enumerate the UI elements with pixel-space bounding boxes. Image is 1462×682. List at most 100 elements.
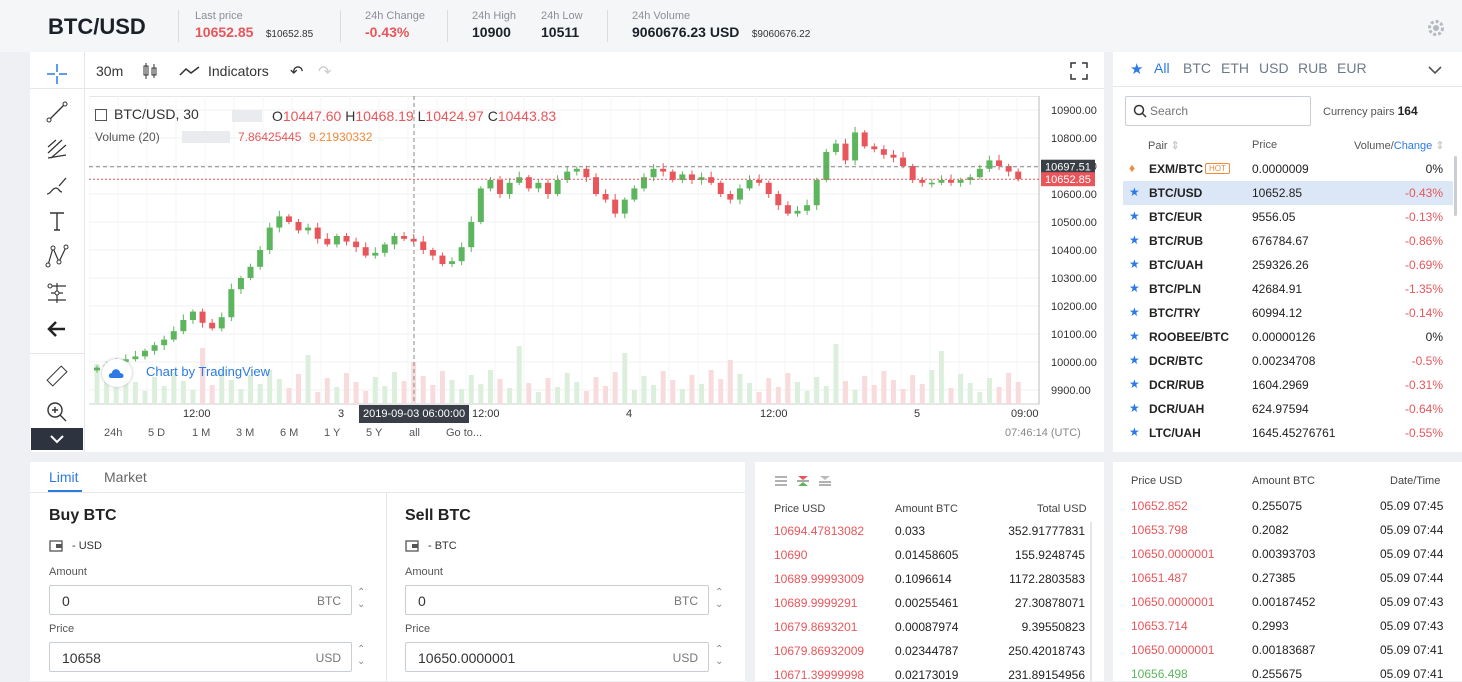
pair-title: BTC/USD [48, 14, 146, 39]
tradingview-link[interactable]: Chart by TradingView [146, 364, 270, 379]
chevron-down-icon[interactable] [31, 428, 83, 450]
indicators-button[interactable]: Indicators [208, 63, 269, 79]
timeframe-6m[interactable]: 6 M [280, 427, 298, 439]
indicators-icon[interactable] [178, 63, 202, 79]
sell-amount-stepper[interactable]: ⌃ ⌄ [715, 587, 723, 611]
trend-line-icon[interactable] [44, 100, 70, 124]
col-volume-change-header[interactable]: Volume/Change ⇕ [1354, 139, 1445, 152]
timeframe-5y[interactable]: 5 Y [366, 427, 382, 439]
tab-limit[interactable]: Limit [49, 469, 79, 485]
market-row[interactable]: ★ DCR/BTC 0.00234708 -0.5% [1123, 349, 1453, 373]
favorites-star-icon[interactable]: ★ [1130, 60, 1143, 78]
market-row[interactable]: ★ BTC/TRY 60994.12 -0.14% [1123, 301, 1453, 325]
prediction-icon[interactable] [44, 281, 70, 305]
market-row[interactable]: ★ LTC/UAH 1645.45276761 -0.55% [1123, 421, 1453, 445]
market-row[interactable]: ★ BTC/PLN 42684.91 -1.35% [1123, 277, 1453, 301]
star-icon[interactable]: ★ [1129, 281, 1140, 295]
candle-type-icon[interactable] [142, 62, 158, 80]
sell-amount-input[interactable]: 0 BTC [405, 585, 709, 615]
col-price-header[interactable]: Price [1252, 139, 1277, 151]
timeframe-3m[interactable]: 3 M [236, 427, 254, 439]
buy-price-stepper[interactable]: ⌃ ⌄ [357, 644, 365, 668]
candle-body [276, 216, 283, 228]
market-row[interactable]: ★ ROOBEE/BTC 0.00000126 0% [1123, 325, 1453, 349]
book-asks-icon[interactable] [818, 474, 832, 492]
fullscreen-icon[interactable] [1070, 62, 1088, 80]
tradingview-logo-icon[interactable] [102, 359, 132, 387]
timeframe-all[interactable]: all [409, 427, 420, 439]
market-tab-eth[interactable]: ETH [1221, 60, 1249, 76]
chevron-down-icon[interactable] [1428, 62, 1442, 80]
market-tab-btc[interactable]: BTC [1183, 60, 1211, 76]
buy-amount-input[interactable]: 0 BTC [49, 585, 352, 615]
col-pair-header[interactable]: Pair ⇕ [1148, 139, 1180, 152]
pattern-icon[interactable] [44, 244, 70, 268]
market-tab-rub[interactable]: RUB [1298, 60, 1328, 76]
redo-icon[interactable]: ↷ [318, 62, 331, 82]
interval-button[interactable]: 30m [96, 63, 123, 79]
buy-price-input[interactable]: 10658 USD [49, 642, 352, 672]
ruler-icon[interactable] [44, 364, 70, 388]
market-tab-usd[interactable]: USD [1259, 60, 1289, 76]
undo-icon[interactable]: ↶ [290, 62, 303, 82]
market-tab-all[interactable]: All [1154, 60, 1170, 76]
market-row[interactable]: ★ DCR/UAH 624.97594 -0.64% [1123, 397, 1453, 421]
brush-icon[interactable] [44, 174, 70, 198]
timeframe-24h[interactable]: 24h [104, 427, 122, 439]
volume-bar [785, 373, 791, 404]
back-arrow-icon[interactable] [44, 317, 70, 341]
market-row[interactable]: ★ BTC/USD 10652.85 -0.43% [1123, 181, 1453, 205]
fib-icon[interactable] [44, 137, 70, 161]
star-icon[interactable]: ★ [1129, 233, 1140, 247]
timeframe-1m[interactable]: 1 M [192, 427, 210, 439]
candle-body [305, 227, 312, 231]
sell-price-stepper[interactable]: ⌃ ⌄ [715, 644, 723, 668]
star-icon[interactable]: ★ [1129, 377, 1140, 391]
goto-date-button[interactable]: Go to... [446, 427, 482, 439]
book-price[interactable]: 10689.9999291 [774, 596, 857, 610]
volume-bar [555, 387, 561, 404]
star-icon[interactable]: ★ [1129, 353, 1140, 367]
buy-amount-stepper[interactable]: ⌃ ⌄ [357, 587, 365, 611]
crosshair-icon[interactable] [44, 62, 70, 86]
book-price[interactable]: 10671.39999998 [774, 668, 864, 682]
market-scrollbar[interactable] [1454, 156, 1457, 216]
gear-icon[interactable] [1426, 18, 1446, 38]
market-row[interactable]: ♦ EXM/BTC HOT 0.0000009 0% [1123, 157, 1453, 181]
market-row[interactable]: ★ BTC/RUB 676784.67 -0.86% [1123, 229, 1453, 253]
market-tab-eur[interactable]: EUR [1337, 60, 1367, 76]
tab-market[interactable]: Market [104, 469, 147, 485]
fire-icon[interactable]: ♦ [1129, 161, 1135, 175]
star-icon[interactable]: ★ [1129, 185, 1140, 199]
sell-price-input[interactable]: 10650.0000001 USD [405, 642, 709, 672]
book-price[interactable]: 10694.47813082 [774, 524, 864, 538]
star-icon[interactable]: ★ [1129, 329, 1140, 343]
book-scrollbar[interactable] [1090, 522, 1092, 681]
star-icon[interactable]: ★ [1129, 305, 1140, 319]
timeframe-5d[interactable]: 5 D [148, 427, 165, 439]
star-icon[interactable]: ★ [1129, 425, 1140, 439]
star-icon[interactable]: ★ [1129, 257, 1140, 271]
market-price: 676784.67 [1252, 234, 1309, 248]
market-row[interactable]: ★ BTC/EUR 9556.05 -0.13% [1123, 205, 1453, 229]
volume-bar [401, 381, 407, 404]
book-price[interactable]: 10690 [774, 548, 807, 562]
market-row[interactable]: ★ BTC/UAH 259326.26 -0.69% [1123, 253, 1453, 277]
trades-col-amount: Amount BTC [1252, 475, 1315, 487]
star-icon[interactable]: ★ [1129, 209, 1140, 223]
timeframe-1y[interactable]: 1 Y [324, 427, 340, 439]
volume-settings-icon[interactable] [182, 131, 230, 143]
book-price[interactable]: 10679.8693201 [774, 620, 857, 634]
market-row[interactable]: ★ DCR/RUB 1604.2969 -0.31% [1123, 373, 1453, 397]
legend-settings-icon[interactable] [232, 110, 262, 122]
zoom-icon[interactable] [44, 400, 70, 424]
market-search-input[interactable] [1150, 100, 1300, 122]
book-both-icon[interactable] [774, 474, 788, 492]
candle-body [209, 322, 216, 329]
collapse-legend-icon[interactable] [95, 109, 107, 121]
book-split-icon[interactable] [796, 474, 810, 492]
book-price[interactable]: 10689.99993009 [774, 572, 864, 586]
star-icon[interactable]: ★ [1129, 401, 1140, 415]
text-icon[interactable] [44, 209, 70, 233]
book-price[interactable]: 10679.86932009 [774, 644, 864, 658]
